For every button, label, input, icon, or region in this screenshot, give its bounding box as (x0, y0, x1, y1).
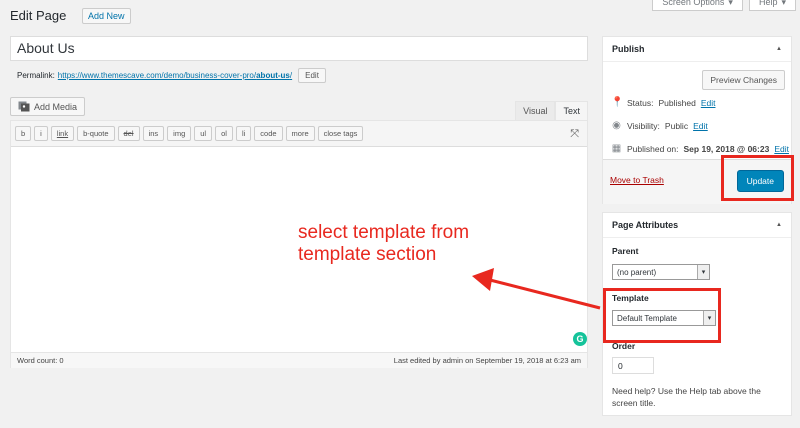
add-media-button[interactable]: Add Media (10, 97, 86, 116)
qt-code-button[interactable]: code (254, 126, 283, 141)
word-count: Word count: 0 (17, 356, 64, 365)
screen-meta-tabs: Screen Options ▾ Help ▾ (652, 0, 796, 11)
qt-li-button[interactable]: li (235, 126, 252, 141)
permalink-slug: about-us (256, 71, 290, 80)
publish-box: Publish ▲ Preview Changes 📍 Status: Publ… (602, 36, 792, 204)
permalink-edit-button[interactable]: Edit (298, 68, 326, 83)
permalink-label: Permalink: (17, 71, 55, 80)
help-text: Need help? Use the Help tab above the sc… (612, 386, 761, 408)
editor-mode-tabs: Visual Text (515, 101, 588, 120)
fullscreen-icon[interactable]: ⤧ (570, 128, 579, 141)
help-label: Help (758, 0, 778, 7)
permalink-row: Permalink: https://www.themescave.com/de… (17, 68, 326, 83)
move-to-trash-link[interactable]: Move to Trash (610, 175, 664, 185)
template-value: Default Template (617, 313, 677, 323)
page-title: Edit Page (10, 8, 67, 23)
add-media-label: Add Media (34, 101, 78, 112)
annotation-text: select template from template section (298, 222, 469, 266)
collapse-arrow-icon[interactable]: ▲ (776, 46, 782, 52)
chevron-down-icon: ▾ (703, 311, 715, 325)
permalink-link[interactable]: https://www.themescave.com/demo/business… (58, 71, 292, 80)
status-label: Status: (627, 97, 654, 108)
annotation-line-1: select template from (298, 222, 470, 243)
collapse-arrow-icon[interactable]: ▲ (776, 222, 782, 228)
publish-header[interactable]: Publish ▲ (603, 37, 791, 62)
tab-visual[interactable]: Visual (515, 101, 556, 120)
editor-status-bar: Word count: 0 Last edited by admin on Se… (11, 352, 587, 368)
qt-link-button[interactable]: link (50, 126, 75, 141)
status-row: 📍 Status: Published Edit (611, 97, 715, 108)
caret-down-icon: ▾ (781, 0, 786, 7)
template-label: Template (612, 293, 649, 303)
calendar-icon: ▦ (611, 143, 622, 154)
parent-value: (no parent) (617, 267, 657, 277)
quicktags-toolbar: b i link b-quote del ins img ul ol li co… (11, 121, 587, 147)
qt-italic-button[interactable]: i (34, 126, 48, 141)
parent-select[interactable]: (no parent) ▾ (612, 264, 710, 280)
tab-text[interactable]: Text (555, 101, 588, 120)
published-on-row: ▦ Published on: Sep 19, 2018 @ 06:23 Edi… (611, 143, 789, 154)
qt-ol-button[interactable]: ol (215, 126, 233, 141)
major-publishing-actions: Move to Trash Update (603, 159, 791, 204)
qt-blockquote-button[interactable]: b-quote (77, 126, 115, 141)
qt-more-button[interactable]: more (285, 126, 315, 141)
annotation-line-2: template section (298, 244, 437, 265)
qt-close-tags-button[interactable]: close tags (317, 126, 364, 141)
screen-options-label: Screen Options (662, 0, 725, 7)
qt-ul-button[interactable]: ul (194, 126, 213, 141)
qt-del-button[interactable]: del (117, 126, 140, 141)
template-select[interactable]: Default Template ▾ (612, 310, 716, 326)
permalink-base: https://www.themescave.com/demo/business… (57, 71, 257, 80)
visibility-row: ◉ Visibility: Public Edit (611, 120, 708, 131)
chevron-down-icon: ▾ (697, 265, 709, 279)
page-attributes-heading: Page Attributes (612, 220, 679, 230)
help-tab[interactable]: Help ▾ (748, 0, 796, 11)
qt-img-button[interactable]: img (167, 126, 192, 141)
last-edited: Last edited by admin on September 19, 20… (393, 356, 581, 365)
caret-down-icon: ▾ (728, 0, 733, 7)
post-title-input[interactable]: About Us (10, 36, 588, 61)
status-edit-link[interactable]: Edit (701, 98, 716, 108)
eye-icon: ◉ (612, 120, 621, 131)
qt-bold-button[interactable]: b (15, 126, 32, 141)
visibility-edit-link[interactable]: Edit (693, 121, 708, 131)
qt-ins-button[interactable]: ins (142, 126, 165, 141)
published-label: Published on: (627, 143, 679, 154)
preview-changes-button[interactable]: Preview Changes (702, 70, 785, 90)
visibility-value: Public (664, 120, 689, 131)
add-new-button[interactable]: Add New (82, 8, 131, 24)
update-button[interactable]: Update (736, 170, 784, 192)
publish-heading: Publish (612, 44, 645, 54)
page-attributes-header[interactable]: Page Attributes ▲ (603, 213, 791, 238)
published-value: Sep 19, 2018 @ 06:23 (683, 143, 770, 154)
order-label: Order (612, 341, 636, 351)
page-attributes-box: Page Attributes ▲ Parent (no parent) ▾ T… (602, 212, 792, 416)
screen-options-tab[interactable]: Screen Options ▾ (652, 0, 743, 11)
parent-label: Parent (612, 246, 639, 256)
status-value: Published (658, 97, 696, 108)
pin-icon: 📍 (611, 97, 624, 108)
media-icon (18, 101, 30, 112)
permalink-trailing: / (289, 71, 293, 80)
order-input[interactable]: 0 (612, 357, 654, 374)
grammarly-icon[interactable]: G (573, 332, 587, 346)
published-edit-link[interactable]: Edit (774, 144, 789, 154)
visibility-label: Visibility: (627, 120, 660, 131)
